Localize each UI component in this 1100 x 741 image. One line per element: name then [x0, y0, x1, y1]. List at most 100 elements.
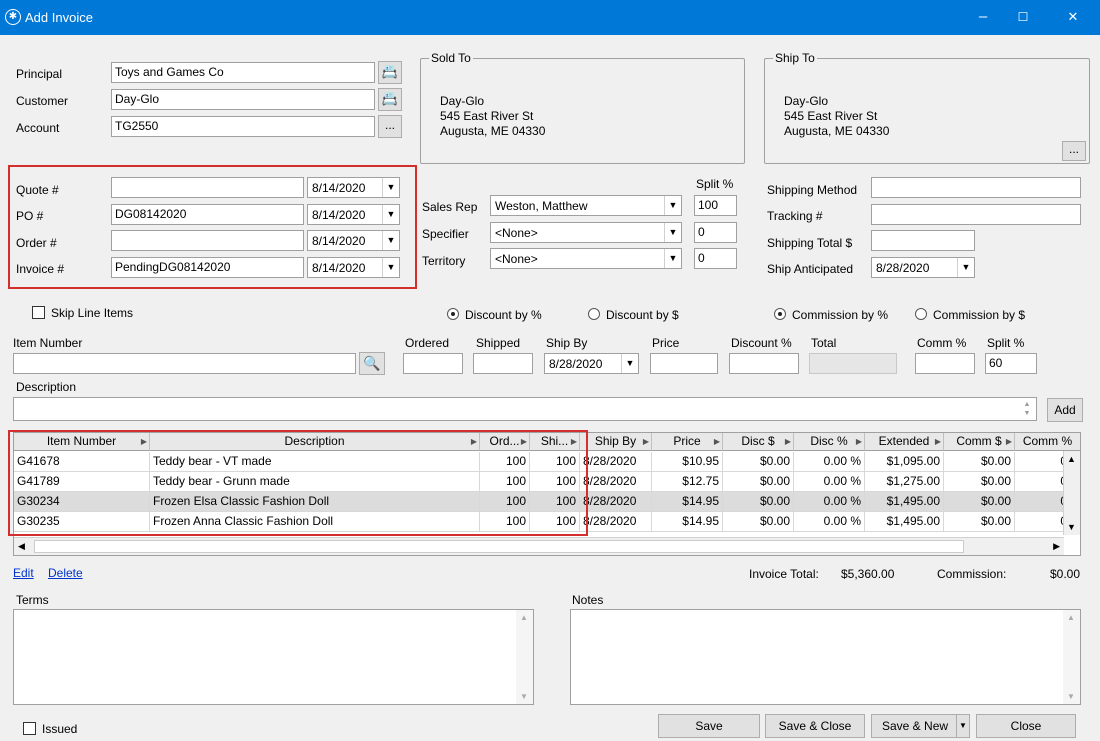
col-header-disc-amt[interactable]: Disc $ ▶: [723, 433, 794, 451]
issued-checkbox[interactable]: [23, 722, 36, 735]
col-header-ship-by[interactable]: Ship By ▶: [580, 433, 652, 451]
cell-ship-by: 8/28/2020: [580, 452, 652, 472]
scroll-down-icon[interactable]: ▼: [1067, 522, 1076, 532]
shipping-total-field[interactable]: [871, 230, 975, 251]
comm-pct-label: Comm %: [917, 336, 967, 350]
discount-by-amt-radio[interactable]: [588, 308, 600, 320]
save-close-button[interactable]: Save & Close: [765, 714, 865, 738]
ship-anticipated-picker[interactable]: 8/28/2020 ▼: [871, 257, 975, 278]
chevron-down-icon[interactable]: ▼: [956, 715, 969, 737]
scroll-down-icon[interactable]: ▼: [520, 692, 528, 701]
ship-by-picker[interactable]: 8/28/2020 ▼: [544, 353, 639, 374]
chevron-down-icon: ▼: [621, 354, 638, 373]
po-field[interactable]: DG08142020: [111, 204, 304, 225]
delete-link[interactable]: Delete: [48, 566, 83, 580]
tracking-field[interactable]: [871, 204, 1081, 225]
sales-rep-split[interactable]: 100: [694, 195, 737, 216]
specifier-split[interactable]: 0: [694, 222, 737, 243]
specifier-select[interactable]: <None> ▼: [490, 222, 682, 243]
skip-line-items-label: Skip Line Items: [51, 306, 134, 320]
discount-by-pct-radio[interactable]: [447, 308, 459, 320]
title-bar: ✱ Add Invoice – ☐ ✕: [0, 0, 1100, 35]
po-date-picker[interactable]: 8/14/2020 ▼: [307, 204, 400, 225]
split-pct-field[interactable]: 60: [985, 353, 1037, 374]
shipping-method-field[interactable]: [871, 177, 1081, 198]
terms-textarea[interactable]: ▲ ▼: [13, 609, 534, 705]
grid-horizontal-scrollbar[interactable]: ◀ ▶: [14, 537, 1064, 555]
customer-lookup-button[interactable]: 📇: [378, 88, 402, 111]
scroll-left-icon[interactable]: ◀: [18, 541, 25, 552]
notes-scrollbar[interactable]: ▲ ▼: [1063, 610, 1080, 704]
maximize-button[interactable]: ☐: [1000, 0, 1046, 35]
account-label: Account: [16, 121, 60, 135]
order-date-picker[interactable]: 8/14/2020 ▼: [307, 230, 400, 251]
quote-field[interactable]: [111, 177, 304, 198]
sold-to-group: Sold To Day-Glo 545 East River St August…: [420, 51, 745, 164]
sold-to-title: Sold To: [429, 51, 473, 65]
notes-textarea[interactable]: ▲ ▼: [570, 609, 1081, 705]
cell-ship-by: 8/28/2020: [580, 472, 652, 492]
customer-field[interactable]: Day-Glo: [111, 89, 375, 110]
cell-price: $14.95: [652, 492, 723, 512]
app-icon: ✱: [5, 9, 21, 25]
close-button[interactable]: Close: [976, 714, 1076, 738]
shipping-total-label: Shipping Total $: [767, 236, 853, 250]
item-search-button[interactable]: 🔍: [359, 352, 385, 375]
account-field[interactable]: TG2550: [111, 116, 375, 137]
order-field[interactable]: [111, 230, 304, 251]
close-window-button[interactable]: ✕: [1050, 0, 1096, 35]
description-field[interactable]: ▲ ▼: [13, 397, 1037, 421]
add-line-button[interactable]: Add: [1047, 398, 1083, 422]
scroll-thumb[interactable]: [34, 540, 964, 553]
scroll-up-icon[interactable]: ▲: [1067, 613, 1075, 622]
sales-rep-label: Sales Rep: [422, 200, 478, 214]
save-new-button[interactable]: Save & New ▼: [871, 714, 970, 738]
cell-ship-by: 8/28/2020: [580, 512, 652, 532]
col-header-price[interactable]: Price ▶: [652, 433, 723, 451]
comm-pct-field[interactable]: [915, 353, 975, 374]
terms-scrollbar[interactable]: ▲ ▼: [516, 610, 533, 704]
item-number-field[interactable]: [13, 353, 356, 374]
territory-split[interactable]: 0: [694, 248, 737, 269]
invoice-date-picker[interactable]: 8/14/2020 ▼: [307, 257, 400, 278]
terms-label: Terms: [16, 593, 49, 607]
total-field: [809, 353, 897, 374]
col-header-comm-pct[interactable]: Comm %: [1015, 433, 1080, 451]
col-header-extended[interactable]: Extended ▶: [865, 433, 944, 451]
quote-date-picker[interactable]: 8/14/2020 ▼: [307, 177, 400, 198]
ship-to-browse-button[interactable]: ...: [1062, 141, 1086, 161]
ordered-field[interactable]: [403, 353, 463, 374]
address-book-icon: 📇: [381, 91, 399, 106]
commission-by-amt-radio[interactable]: [915, 308, 927, 320]
window-title: Add Invoice: [25, 10, 93, 25]
scroll-down-icon[interactable]: ▼: [1067, 692, 1075, 701]
col-header-disc-pct[interactable]: Disc % ▶: [794, 433, 865, 451]
sales-rep-select[interactable]: Weston, Matthew ▼: [490, 195, 682, 216]
edit-link[interactable]: Edit: [13, 566, 34, 580]
principal-lookup-button[interactable]: 📇: [378, 61, 402, 84]
scroll-up-icon[interactable]: ▲: [1067, 454, 1076, 464]
order-label: Order #: [16, 236, 57, 250]
save-button[interactable]: Save: [658, 714, 760, 738]
ship-anticipated-label: Ship Anticipated: [767, 262, 854, 276]
ship-to-title: Ship To: [773, 51, 817, 65]
invoice-total-label: Invoice Total:: [749, 567, 819, 581]
col-header-comm-amt[interactable]: Comm $ ▶: [944, 433, 1015, 451]
po-label: PO #: [16, 209, 44, 223]
skip-line-items-checkbox[interactable]: [32, 306, 45, 319]
commission-by-pct-radio[interactable]: [774, 308, 786, 320]
grid-vertical-scrollbar[interactable]: ▲ ▼: [1063, 451, 1080, 535]
column-arrow-icon: ▶: [1005, 437, 1012, 446]
principal-field[interactable]: Toys and Games Co: [111, 62, 375, 83]
chevron-down-icon: ▼: [382, 258, 399, 277]
territory-select[interactable]: <None> ▼: [490, 248, 682, 269]
cell-comm-amt: $0.00: [944, 452, 1015, 472]
account-browse-button[interactable]: ...: [378, 115, 402, 138]
discount-pct-field[interactable]: [729, 353, 799, 374]
shipped-field[interactable]: [473, 353, 533, 374]
scroll-right-icon[interactable]: ▶: [1053, 541, 1060, 552]
scroll-up-icon[interactable]: ▲: [520, 613, 528, 622]
invoice-field[interactable]: PendingDG08142020: [111, 257, 304, 278]
ship-by-label: Ship By: [546, 336, 588, 350]
price-field[interactable]: [650, 353, 718, 374]
